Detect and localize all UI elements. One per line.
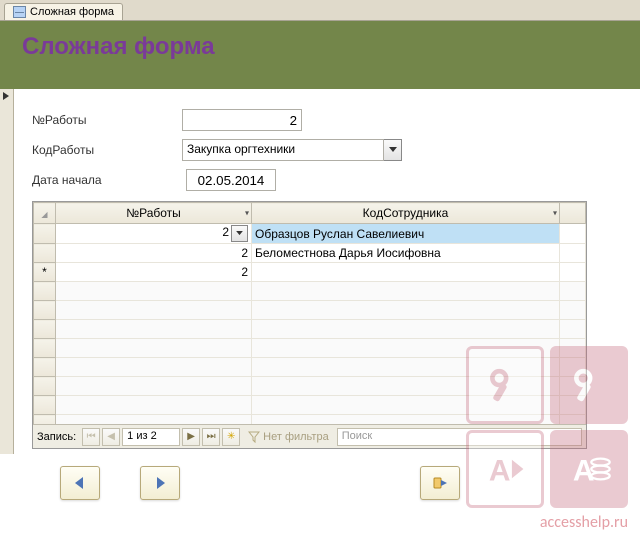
nav-label: Запись: xyxy=(37,431,76,443)
row-selector[interactable] xyxy=(34,224,56,244)
table-row[interactable]: 2 Беломестнова Дарья Иосифовна xyxy=(34,244,586,263)
work-code-dropdown-button[interactable] xyxy=(384,139,402,161)
nav-first-button[interactable]: ⏮ xyxy=(82,428,100,446)
chevron-down-icon[interactable]: ▾ xyxy=(553,209,557,218)
select-all-cell[interactable]: ◢ xyxy=(34,203,56,224)
table-row[interactable]: 2 Образцов Руслан Савелиевич xyxy=(34,224,586,244)
nav-prev-button[interactable]: ◀ xyxy=(102,428,120,446)
watermark-text: accesshelp.ru xyxy=(540,513,628,532)
start-date-label: Дата начала xyxy=(32,173,182,187)
cell-employee[interactable]: Беломестнова Дарья Иосифовна xyxy=(252,244,560,263)
cell-employee[interactable]: Образцов Руслан Савелиевич xyxy=(252,224,560,244)
cell-employee[interactable] xyxy=(252,263,560,282)
work-no-label: №Работы xyxy=(32,113,182,127)
nav-position-box[interactable]: 1 из 2 xyxy=(122,428,180,446)
next-record-button[interactable] xyxy=(140,466,180,500)
form-header: Сложная форма xyxy=(0,21,640,89)
current-record-pointer-icon xyxy=(3,92,9,100)
watermark-icons: A A xyxy=(466,346,628,508)
work-code-label: КодРаботы xyxy=(32,143,182,157)
tab-title: Сложная форма xyxy=(30,6,114,18)
cell-work-no[interactable]: 2 xyxy=(56,244,252,263)
form-icon xyxy=(13,6,26,18)
cell-work-no[interactable]: 2 xyxy=(56,263,252,282)
nav-filter-indicator[interactable]: Нет фильтра xyxy=(248,431,329,443)
col-header-employee[interactable]: КодСотрудника ▾ xyxy=(252,203,560,224)
table-new-row[interactable]: * 2 xyxy=(34,263,586,282)
nav-new-button[interactable]: ✳ xyxy=(222,428,240,446)
tabstrip: Сложная форма xyxy=(0,0,640,21)
row-selector[interactable] xyxy=(34,244,56,263)
add-column-cell[interactable] xyxy=(560,203,586,224)
cell-dropdown-button[interactable] xyxy=(231,225,248,242)
page-title: Сложная форма xyxy=(22,33,640,61)
close-form-button[interactable] xyxy=(420,466,460,500)
start-date-field[interactable] xyxy=(186,169,276,191)
work-code-combo[interactable]: Закупка оргтехники xyxy=(182,139,384,161)
cell-work-no[interactable]: 2 xyxy=(56,224,252,244)
funnel-icon xyxy=(248,431,260,443)
tab-complex-form[interactable]: Сложная форма xyxy=(4,3,123,20)
prev-record-button[interactable] xyxy=(60,466,100,500)
chevron-down-icon[interactable]: ▾ xyxy=(245,209,249,218)
svg-text:A: A xyxy=(489,455,511,488)
col-header-work-no[interactable]: №Работы ▾ xyxy=(56,203,252,224)
work-no-field[interactable] xyxy=(182,109,302,131)
new-row-marker[interactable]: * xyxy=(34,263,56,282)
nav-last-button[interactable]: ⏭ xyxy=(202,428,220,446)
record-selector-bar[interactable] xyxy=(0,89,14,454)
nav-next-button[interactable]: ▶ xyxy=(182,428,200,446)
